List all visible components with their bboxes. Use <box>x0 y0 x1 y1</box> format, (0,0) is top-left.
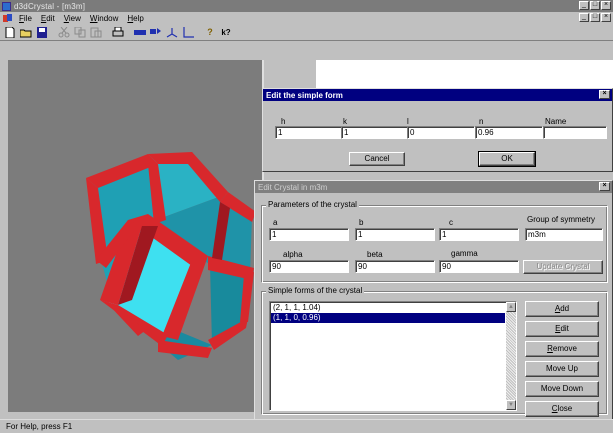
document-area <box>316 60 613 88</box>
forms-scrollbar[interactable]: ▲ ▼ <box>506 302 516 410</box>
menu-help[interactable]: Help <box>127 14 143 23</box>
b-input[interactable] <box>355 228 435 241</box>
menu-file[interactable]: File <box>19 14 32 23</box>
c-input[interactable] <box>439 228 519 241</box>
save-icon[interactable] <box>35 26 49 38</box>
cut-icon[interactable] <box>57 26 71 38</box>
menu-window[interactable]: Window <box>90 14 118 23</box>
context-help-glyph: k? <box>221 27 231 37</box>
client-edge <box>0 40 613 41</box>
simple-forms-title: Simple forms of the crystal <box>266 286 365 295</box>
simple-form-dialog: Edit the simple form × h k l n Name Canc… <box>262 88 613 172</box>
beta-label: beta <box>367 250 383 259</box>
status-text: For Help, press F1 <box>6 422 73 431</box>
doc-minimize-button[interactable]: _ <box>579 13 589 22</box>
simple-form-dialog-title-bar[interactable]: Edit the simple form × <box>263 89 612 101</box>
ok-button[interactable]: OK <box>478 151 536 167</box>
crystal-dialog-title-bar[interactable]: Edit Crystal in m3m × <box>255 181 612 193</box>
crystal-dialog-title: Edit Crystal in m3m <box>258 182 328 192</box>
remove-button[interactable]: Remove <box>525 341 599 357</box>
window-title: d3dCrystal - [m3m] <box>14 1 86 11</box>
axes-3d-icon[interactable] <box>165 26 179 38</box>
maximize-button[interactable]: □ <box>590 1 600 10</box>
simple-form-dialog-title: Edit the simple form <box>266 90 343 100</box>
doc-close-button[interactable]: × <box>601 13 611 22</box>
n-label: n <box>479 117 484 126</box>
update-crystal-button[interactable]: Update Crystal <box>523 260 603 274</box>
gamma-input[interactable] <box>439 260 519 273</box>
status-bar: For Help, press F1 <box>0 419 613 433</box>
app-icon <box>2 1 11 11</box>
menu-edit[interactable]: Edit <box>41 14 55 23</box>
menu-view[interactable]: View <box>64 14 81 23</box>
doc-restore-button[interactable]: □ <box>590 13 600 22</box>
document-window-controls: _ □ × <box>578 13 611 22</box>
h-input[interactable] <box>275 126 343 139</box>
forms-list-items: (2, 1, 1, 1.04) (1, 1, 0, 0.96) <box>271 303 505 323</box>
b-label: b <box>359 218 364 227</box>
document-icon[interactable] <box>3 13 13 23</box>
minimize-button[interactable]: _ <box>579 1 589 10</box>
toolbar: ? k? <box>0 24 613 40</box>
main-title-bar[interactable]: d3dCrystal - [m3m] _ □ × <box>0 0 613 12</box>
name-label: Name <box>545 117 567 126</box>
beta-input[interactable] <box>355 260 435 273</box>
scroll-down-button[interactable]: ▼ <box>506 400 516 410</box>
name-input[interactable] <box>543 126 607 139</box>
simple-form-close-button[interactable]: × <box>599 90 610 99</box>
a-label: a <box>273 218 278 227</box>
crystal-dialog-close-button[interactable]: × <box>599 182 610 191</box>
cancel-button[interactable]: Cancel <box>349 152 405 166</box>
print-icon[interactable] <box>111 26 125 38</box>
close-button[interactable]: × <box>601 1 611 10</box>
copy-icon[interactable] <box>73 26 87 38</box>
simple-form-list-item[interactable]: (2, 1, 1, 1.04) <box>271 303 505 313</box>
group-of-symmetry-label: Group of symmetry <box>527 215 596 224</box>
move-down-button[interactable]: Move Down <box>525 381 599 397</box>
crystal-3d-view[interactable] <box>8 60 262 412</box>
help-icon[interactable]: ? <box>203 26 217 38</box>
edit-button[interactable]: Edit <box>525 321 599 337</box>
open-folder-icon[interactable] <box>19 26 33 38</box>
crystal-dialog: Edit Crystal in m3m × Parameters of the … <box>254 180 613 420</box>
close-dialog-button[interactable]: Close <box>525 401 599 417</box>
axes-2d-icon[interactable] <box>181 26 195 38</box>
menu-bar: File Edit View Window Help _ □ × <box>0 12 613 24</box>
move-up-button[interactable]: Move Up <box>525 361 599 377</box>
crystal-render <box>86 152 256 360</box>
simple-forms-list[interactable]: (2, 1, 1, 1.04) (1, 1, 0, 0.96) ▲ ▼ <box>269 301 517 411</box>
new-file-icon[interactable] <box>3 26 17 38</box>
flag-icon[interactable] <box>149 26 163 38</box>
viewport-header <box>8 48 262 60</box>
simple-form-list-item[interactable]: (1, 1, 0, 0.96) <box>271 313 505 323</box>
alpha-label: alpha <box>283 250 303 259</box>
alpha-input[interactable] <box>269 260 349 273</box>
paste-icon[interactable] <box>89 26 103 38</box>
a-input[interactable] <box>269 228 349 241</box>
k-label: k <box>343 117 347 126</box>
add-button[interactable]: Add <box>525 301 599 317</box>
context-help-icon[interactable]: k? <box>219 26 233 38</box>
bar-view-icon[interactable] <box>133 26 147 38</box>
help-glyph: ? <box>207 26 213 37</box>
group-of-symmetry-input[interactable] <box>525 228 603 241</box>
h-label: h <box>281 117 286 126</box>
gamma-label: gamma <box>451 249 478 258</box>
scroll-up-button[interactable]: ▲ <box>506 302 516 312</box>
window-controls: _ □ × <box>578 1 611 10</box>
k-input[interactable] <box>341 126 409 139</box>
l-input[interactable] <box>407 126 475 139</box>
c-label: c <box>449 218 453 227</box>
n-input[interactable] <box>475 126 543 139</box>
crystal-parameters-title: Parameters of the crystal <box>266 200 359 209</box>
l-label: l <box>407 117 409 126</box>
